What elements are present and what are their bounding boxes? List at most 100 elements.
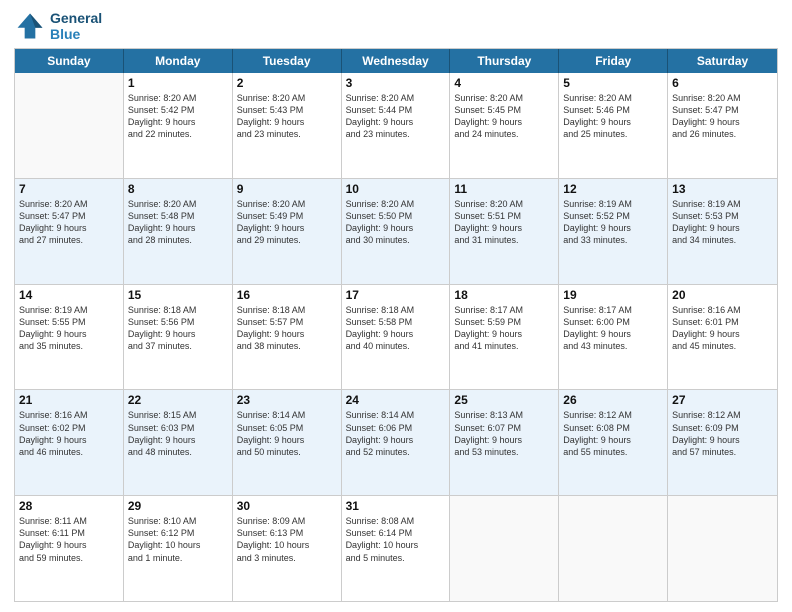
cal-cell-1-2: 9Sunrise: 8:20 AM Sunset: 5:49 PM Daylig…: [233, 179, 342, 284]
cal-cell-3-1: 22 Sunrise: 8:15 AM Sunset: 6:03 PM Dayli…: [124, 390, 233, 495]
day-number: 22: [128, 393, 228, 407]
day-number: 4: [454, 76, 554, 90]
day-number: 30: [237, 499, 337, 513]
day-number: 3: [346, 76, 446, 90]
cell-info: Sunrise: 8:20 AM Sunset: 5:50 PM Dayligh…: [346, 198, 446, 247]
cell-info: Sunrise: 8:20 AM Sunset: 5:45 PM Dayligh…: [454, 92, 554, 141]
cell-info: Sunrise: 8:12 AM Sunset: 6:09 PM Dayligh…: [672, 409, 773, 458]
day-number: 17: [346, 288, 446, 302]
logo-icon: [14, 10, 46, 42]
day-number: 7: [19, 182, 119, 196]
day-number: 31: [346, 499, 446, 513]
cal-cell-2-6: 20 Sunrise: 8:16 AM Sunset: 6:01 PM Dayli…: [668, 285, 777, 390]
cal-cell-2-4: 18 Sunrise: 8:17 AM Sunset: 5:59 PM Dayli…: [450, 285, 559, 390]
day-number: 20: [672, 288, 773, 302]
cal-cell-1-5: 12 Sunrise: 8:19 AM Sunset: 5:52 PM Dayli…: [559, 179, 668, 284]
cal-cell-3-3: 24Sunrise: 8:14 AM Sunset: 6:06 PM Dayli…: [342, 390, 451, 495]
cell-info: Sunrise: 8:17 AM Sunset: 5:59 PM Dayligh…: [454, 304, 554, 353]
day-number: 18: [454, 288, 554, 302]
day-number: 26: [563, 393, 663, 407]
cal-cell-0-0: [15, 73, 124, 178]
cell-info: Sunrise: 8:19 AM Sunset: 5:52 PM Dayligh…: [563, 198, 663, 247]
day-number: 23: [237, 393, 337, 407]
day-number: 28: [19, 499, 119, 513]
cell-info: Sunrise: 8:08 AM Sunset: 6:14 PM Dayligh…: [346, 515, 446, 564]
header-cell-tuesday: Tuesday: [233, 49, 342, 73]
day-number: 12: [563, 182, 663, 196]
calendar-header-row: SundayMondayTuesdayWednesdayThursdayFrid…: [15, 49, 777, 73]
cal-cell-1-4: 11 Sunrise: 8:20 AM Sunset: 5:51 PM Dayli…: [450, 179, 559, 284]
day-number: 2: [237, 76, 337, 90]
cell-info: Sunrise: 8:19 AM Sunset: 5:53 PM Dayligh…: [672, 198, 773, 247]
cal-cell-3-5: 26 Sunrise: 8:12 AM Sunset: 6:08 PM Dayli…: [559, 390, 668, 495]
page: General Blue SundayMondayTuesdayWednesda…: [0, 0, 792, 612]
cal-cell-4-3: 31 Sunrise: 8:08 AM Sunset: 6:14 PM Dayli…: [342, 496, 451, 601]
cell-info: Sunrise: 8:13 AM Sunset: 6:07 PM Dayligh…: [454, 409, 554, 458]
cal-cell-4-4: [450, 496, 559, 601]
header-cell-sunday: Sunday: [15, 49, 124, 73]
day-number: 13: [672, 182, 773, 196]
cal-cell-1-3: 10 Sunrise: 8:20 AM Sunset: 5:50 PM Dayli…: [342, 179, 451, 284]
day-number: 10: [346, 182, 446, 196]
day-number: 27: [672, 393, 773, 407]
cal-cell-2-0: 14 Sunrise: 8:19 AM Sunset: 5:55 PM Dayli…: [15, 285, 124, 390]
cal-cell-2-2: 16 Sunrise: 8:18 AM Sunset: 5:57 PM Dayli…: [233, 285, 342, 390]
cell-info: Sunrise: 8:20 AM Sunset: 5:44 PM Dayligh…: [346, 92, 446, 141]
cal-cell-4-6: [668, 496, 777, 601]
day-number: 15: [128, 288, 228, 302]
header-cell-thursday: Thursday: [450, 49, 559, 73]
cell-info: Sunrise: 8:20 AM Sunset: 5:42 PM Dayligh…: [128, 92, 228, 141]
day-number: 14: [19, 288, 119, 302]
logo: General Blue: [14, 10, 102, 42]
cal-cell-0-2: 2Sunrise: 8:20 AM Sunset: 5:43 PM Daylig…: [233, 73, 342, 178]
cell-info: Sunrise: 8:12 AM Sunset: 6:08 PM Dayligh…: [563, 409, 663, 458]
cal-cell-2-5: 19 Sunrise: 8:17 AM Sunset: 6:00 PM Dayli…: [559, 285, 668, 390]
calendar-row-3: 21 Sunrise: 8:16 AM Sunset: 6:02 PM Dayli…: [15, 390, 777, 496]
cal-cell-1-0: 7Sunrise: 8:20 AM Sunset: 5:47 PM Daylig…: [15, 179, 124, 284]
cell-info: Sunrise: 8:20 AM Sunset: 5:46 PM Dayligh…: [563, 92, 663, 141]
cal-cell-2-3: 17 Sunrise: 8:18 AM Sunset: 5:58 PM Dayli…: [342, 285, 451, 390]
day-number: 11: [454, 182, 554, 196]
cal-cell-4-2: 30Sunrise: 8:09 AM Sunset: 6:13 PM Dayli…: [233, 496, 342, 601]
calendar: SundayMondayTuesdayWednesdayThursdayFrid…: [14, 48, 778, 602]
cal-cell-3-4: 25 Sunrise: 8:13 AM Sunset: 6:07 PM Dayli…: [450, 390, 559, 495]
cell-info: Sunrise: 8:15 AM Sunset: 6:03 PM Dayligh…: [128, 409, 228, 458]
cell-info: Sunrise: 8:18 AM Sunset: 5:57 PM Dayligh…: [237, 304, 337, 353]
cell-info: Sunrise: 8:14 AM Sunset: 6:05 PM Dayligh…: [237, 409, 337, 458]
cell-info: Sunrise: 8:20 AM Sunset: 5:48 PM Dayligh…: [128, 198, 228, 247]
cell-info: Sunrise: 8:19 AM Sunset: 5:55 PM Dayligh…: [19, 304, 119, 353]
cell-info: Sunrise: 8:17 AM Sunset: 6:00 PM Dayligh…: [563, 304, 663, 353]
day-number: 24: [346, 393, 446, 407]
cal-cell-4-5: [559, 496, 668, 601]
cal-cell-4-1: 29 Sunrise: 8:10 AM Sunset: 6:12 PM Dayli…: [124, 496, 233, 601]
cal-cell-0-1: 1 Sunrise: 8:20 AM Sunset: 5:42 PM Daylig…: [124, 73, 233, 178]
day-number: 1: [128, 76, 228, 90]
cal-cell-0-4: 4 Sunrise: 8:20 AM Sunset: 5:45 PM Daylig…: [450, 73, 559, 178]
cal-cell-4-0: 28 Sunrise: 8:11 AM Sunset: 6:11 PM Dayli…: [15, 496, 124, 601]
day-number: 19: [563, 288, 663, 302]
day-number: 16: [237, 288, 337, 302]
cal-cell-1-1: 8 Sunrise: 8:20 AM Sunset: 5:48 PM Daylig…: [124, 179, 233, 284]
cal-cell-0-3: 3 Sunrise: 8:20 AM Sunset: 5:44 PM Daylig…: [342, 73, 451, 178]
day-number: 29: [128, 499, 228, 513]
day-number: 25: [454, 393, 554, 407]
day-number: 21: [19, 393, 119, 407]
calendar-row-2: 14 Sunrise: 8:19 AM Sunset: 5:55 PM Dayli…: [15, 285, 777, 391]
header-cell-monday: Monday: [124, 49, 233, 73]
cal-cell-0-6: 6 Sunrise: 8:20 AM Sunset: 5:47 PM Daylig…: [668, 73, 777, 178]
calendar-body: 1 Sunrise: 8:20 AM Sunset: 5:42 PM Daylig…: [15, 73, 777, 601]
day-number: 8: [128, 182, 228, 196]
calendar-row-0: 1 Sunrise: 8:20 AM Sunset: 5:42 PM Daylig…: [15, 73, 777, 179]
cell-info: Sunrise: 8:11 AM Sunset: 6:11 PM Dayligh…: [19, 515, 119, 564]
cell-info: Sunrise: 8:10 AM Sunset: 6:12 PM Dayligh…: [128, 515, 228, 564]
cell-info: Sunrise: 8:20 AM Sunset: 5:51 PM Dayligh…: [454, 198, 554, 247]
calendar-row-4: 28 Sunrise: 8:11 AM Sunset: 6:11 PM Dayli…: [15, 496, 777, 601]
cell-info: Sunrise: 8:20 AM Sunset: 5:47 PM Dayligh…: [672, 92, 773, 141]
header-cell-friday: Friday: [559, 49, 668, 73]
cell-info: Sunrise: 8:18 AM Sunset: 5:58 PM Dayligh…: [346, 304, 446, 353]
cell-info: Sunrise: 8:16 AM Sunset: 6:01 PM Dayligh…: [672, 304, 773, 353]
cell-info: Sunrise: 8:18 AM Sunset: 5:56 PM Dayligh…: [128, 304, 228, 353]
cell-info: Sunrise: 8:16 AM Sunset: 6:02 PM Dayligh…: [19, 409, 119, 458]
cal-cell-1-6: 13 Sunrise: 8:19 AM Sunset: 5:53 PM Dayli…: [668, 179, 777, 284]
day-number: 6: [672, 76, 773, 90]
